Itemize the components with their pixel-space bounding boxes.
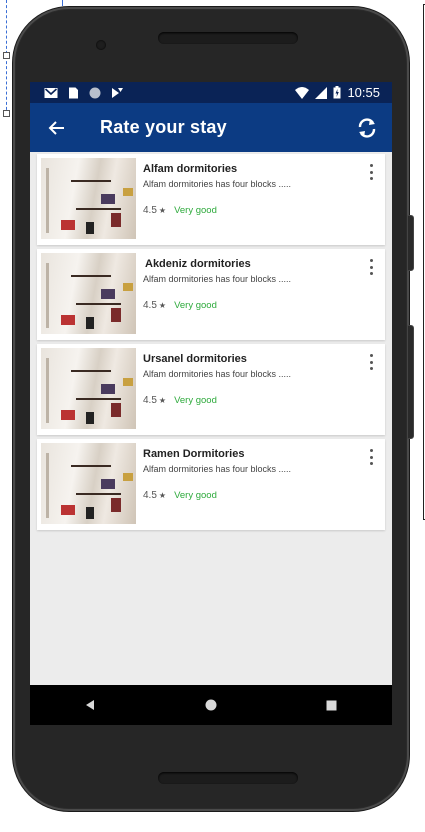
dot: [369, 272, 373, 275]
more-options-button[interactable]: [367, 449, 375, 465]
top-speaker: [158, 32, 298, 44]
rating-value: 4.5: [143, 205, 157, 216]
rating-row: 4.5 ★ Very good: [143, 490, 217, 501]
arrow-left-icon: [48, 120, 64, 135]
dorm-description: Alfam dormitories has four blocks .....: [143, 274, 292, 284]
home-circle-icon: [205, 699, 217, 711]
circle-icon: [89, 87, 101, 98]
rating-label: Very good: [174, 300, 217, 311]
dot: [369, 265, 373, 269]
dot: [369, 462, 373, 465]
phone-screen: 10:55 Rate your stay Alfam dormitories A…: [30, 82, 392, 685]
status-time: 10:55: [347, 85, 380, 100]
dorm-card[interactable]: Ramen Dormitories Alfam dormitories has …: [37, 439, 385, 530]
nav-recents-button[interactable]: [322, 695, 342, 715]
dot: [369, 259, 373, 262]
dorm-card[interactable]: Akdeniz dormitories Alfam dormitories ha…: [37, 249, 385, 340]
back-button[interactable]: [44, 116, 68, 140]
status-bar: 10:55: [30, 82, 392, 103]
more-options-button[interactable]: [367, 164, 375, 180]
dorm-name: Ursanel dormitories: [143, 353, 247, 365]
page-title: Rate your stay: [100, 117, 227, 137]
star-icon: ★: [158, 491, 167, 500]
app-bar: Rate your stay: [30, 103, 392, 152]
dot: [369, 354, 373, 357]
star-icon: ★: [158, 206, 167, 215]
volume-button: [407, 215, 414, 271]
selection-guide-line: [62, 0, 63, 6]
rating-row: 4.5 ★ Very good: [143, 300, 217, 311]
dot: [369, 164, 373, 167]
dorm-thumbnail: [41, 443, 136, 524]
bottom-speaker: [158, 772, 298, 784]
star-icon: ★: [158, 396, 167, 405]
dot: [369, 455, 373, 459]
dot: [369, 177, 373, 180]
dot: [369, 367, 373, 370]
dot: [369, 360, 373, 364]
navigation-bar: [30, 685, 392, 725]
dorm-name: Ramen Dormitories: [143, 448, 245, 460]
refresh-icon: [358, 117, 376, 138]
dot: [369, 170, 373, 174]
selection-handle: [3, 52, 10, 59]
nav-back-button[interactable]: [80, 695, 100, 715]
rating-label: Very good: [174, 395, 217, 406]
wifi-icon: [295, 86, 310, 99]
dorm-card[interactable]: Ursanel dormitories Alfam dormitories ha…: [37, 344, 385, 435]
battery-icon: [333, 86, 341, 99]
star-icon: ★: [158, 301, 167, 310]
back-triangle-icon: [86, 700, 95, 710]
dorm-description: Alfam dormitories has four blocks .....: [143, 369, 292, 379]
dorm-thumbnail: [41, 348, 136, 429]
rating-value: 4.5: [143, 395, 157, 406]
dorm-card[interactable]: Alfam dormitories Alfam dormitories has …: [37, 154, 385, 245]
recents-square-icon: [326, 700, 337, 710]
download-icon: [112, 87, 123, 98]
rating-label: Very good: [174, 205, 217, 216]
rating-value: 4.5: [143, 490, 157, 501]
more-options-button[interactable]: [367, 354, 375, 370]
dorm-name: Akdeniz dormitories: [145, 258, 251, 270]
signal-icon: [315, 86, 328, 99]
dorm-list: Alfam dormitories Alfam dormitories has …: [37, 154, 385, 534]
dorm-thumbnail: [41, 158, 136, 239]
more-options-button[interactable]: [367, 259, 375, 275]
front-camera: [96, 40, 106, 50]
refresh-button[interactable]: [354, 115, 380, 141]
rating-label: Very good: [174, 490, 217, 501]
nav-home-button[interactable]: [201, 695, 221, 715]
dot: [369, 449, 373, 452]
selection-handle: [3, 110, 10, 117]
dorm-description: Alfam dormitories has four blocks .....: [143, 179, 292, 189]
rating-row: 4.5 ★ Very good: [143, 395, 217, 406]
dorm-name: Alfam dormitories: [143, 163, 238, 175]
dorm-thumbnail: [41, 253, 136, 334]
sim-icon: [69, 87, 78, 98]
gmail-icon: [44, 87, 58, 98]
power-button: [407, 325, 414, 439]
rating-row: 4.5 ★ Very good: [143, 205, 217, 216]
dorm-description: Alfam dormitories has four blocks .....: [143, 464, 292, 474]
rating-value: 4.5: [143, 300, 157, 311]
